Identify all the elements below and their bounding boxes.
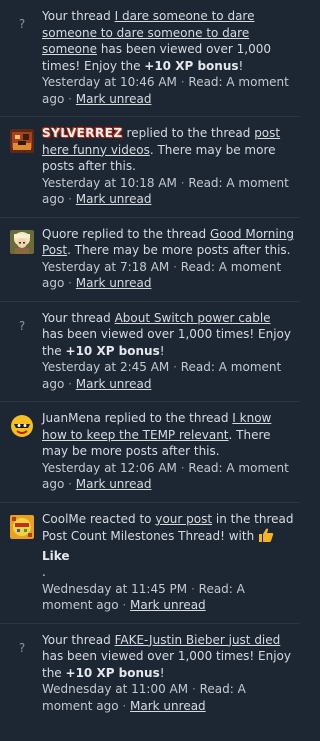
timestamp: Wednesday at 11:45 PM bbox=[42, 581, 188, 596]
thread-link[interactable]: FAKE-Justin Bieber just died bbox=[115, 633, 281, 647]
xp-bonus: +10 XP bonus bbox=[65, 343, 160, 358]
mark-unread-link[interactable]: Mark unread bbox=[76, 477, 152, 491]
notification-meta: Yesterday at 10:18 AM · Read: A moment a… bbox=[42, 175, 294, 208]
separator: · bbox=[173, 360, 177, 374]
notification-meta: Wednesday at 11:00 AM · Read: A moment a… bbox=[42, 681, 294, 714]
notification-text: CoolMe reacted to your post in the threa… bbox=[42, 511, 294, 580]
post-link[interactable]: your post bbox=[155, 512, 212, 526]
notification-text: Your thread About Switch power cable has… bbox=[42, 310, 291, 358]
coolme-avatar[interactable] bbox=[10, 514, 34, 539]
separator: · bbox=[68, 376, 72, 391]
reaction-name: Like bbox=[42, 548, 70, 563]
separator: · bbox=[122, 598, 127, 612]
timestamp: Yesterday at 7:18 AM bbox=[42, 259, 170, 274]
mark-unread-link[interactable]: Mark unread bbox=[130, 598, 206, 612]
separator: · bbox=[173, 259, 177, 274]
notification-list: ? Your thread I dare someone to dare som… bbox=[0, 0, 300, 723]
separator: · bbox=[191, 682, 196, 696]
notification-meta: Yesterday at 12:06 AM · Read: A moment a… bbox=[42, 460, 294, 493]
notification-text: JuanMena replied to the thread I know ho… bbox=[42, 411, 272, 458]
notification-meta: Yesterday at 7:18 AM · Read: A moment ag… bbox=[42, 259, 294, 292]
username[interactable]: CoolMe bbox=[42, 512, 86, 526]
separator: · bbox=[68, 276, 72, 290]
mark-unread-link[interactable]: Mark unread bbox=[76, 377, 152, 391]
notification-text: SYLVERREZ replied to the thread post her… bbox=[42, 126, 281, 173]
question-avatar-icon[interactable]: ? bbox=[10, 635, 34, 660]
notification-text: Your thread FAKE-Justin Bieber just died… bbox=[42, 632, 291, 680]
sylverrez-avatar[interactable] bbox=[10, 129, 34, 153]
separator: · bbox=[180, 75, 185, 89]
username[interactable]: JuanMena bbox=[42, 411, 101, 425]
notification-item[interactable]: ? Your thread About Switch power cable h… bbox=[0, 302, 300, 402]
timestamp: Yesterday at 10:18 AM bbox=[42, 175, 177, 190]
notification-item[interactable]: CoolMe reacted to your post in the threa… bbox=[0, 503, 300, 624]
separator: · bbox=[190, 581, 195, 596]
timestamp: Yesterday at 10:46 AM bbox=[42, 75, 177, 89]
separator: · bbox=[68, 477, 72, 491]
separator: · bbox=[180, 175, 185, 190]
notification-item[interactable]: Quore replied to the thread Good Morning… bbox=[0, 218, 300, 302]
notification-meta: Yesterday at 2:45 AM · Read: A moment ag… bbox=[42, 359, 294, 392]
timestamp: Wednesday at 11:00 AM bbox=[42, 682, 189, 696]
timestamp: Yesterday at 2:45 AM bbox=[42, 360, 170, 374]
mark-unread-link[interactable]: Mark unread bbox=[76, 276, 152, 290]
thread-link[interactable]: About Switch power cable bbox=[115, 311, 271, 325]
separator: · bbox=[122, 698, 127, 713]
mark-unread-link[interactable]: Mark unread bbox=[76, 192, 152, 206]
notification-meta: Wednesday at 11:45 PM · Read: A moment a… bbox=[42, 581, 294, 614]
timestamp: Yesterday at 12:06 AM bbox=[42, 460, 177, 475]
notification-text: Your thread I dare someone to dare someo… bbox=[42, 9, 272, 73]
separator: · bbox=[68, 91, 72, 106]
username-link[interactable]: SYLVERREZ bbox=[42, 126, 123, 140]
notification-item[interactable]: ? Your thread FAKE-Justin Bieber just di… bbox=[0, 624, 300, 724]
xp-bonus: +10 XP bonus bbox=[65, 665, 160, 680]
notification-item[interactable]: SYLVERREZ replied to the thread post her… bbox=[0, 117, 300, 218]
notification-item[interactable]: JuanMena replied to the thread I know ho… bbox=[0, 402, 300, 503]
question-avatar-icon[interactable]: ? bbox=[10, 12, 34, 36]
mark-unread-link[interactable]: Mark unread bbox=[76, 92, 152, 106]
username[interactable]: Quore bbox=[42, 227, 78, 241]
notification-text: Quore replied to the thread Good Morning… bbox=[42, 226, 294, 258]
mark-unread-link[interactable]: Mark unread bbox=[130, 699, 206, 713]
notification-meta: Yesterday at 10:46 AM · Read: A moment a… bbox=[42, 74, 294, 107]
question-avatar-icon[interactable]: ? bbox=[10, 313, 34, 338]
separator: · bbox=[180, 460, 185, 475]
thumbs-up-icon bbox=[258, 527, 274, 548]
separator: · bbox=[68, 192, 72, 206]
quore-avatar[interactable] bbox=[10, 229, 34, 254]
xp-bonus: +10 XP bonus bbox=[144, 58, 239, 73]
notification-item[interactable]: ? Your thread I dare someone to dare som… bbox=[0, 0, 300, 117]
juanmena-avatar[interactable] bbox=[10, 414, 34, 438]
